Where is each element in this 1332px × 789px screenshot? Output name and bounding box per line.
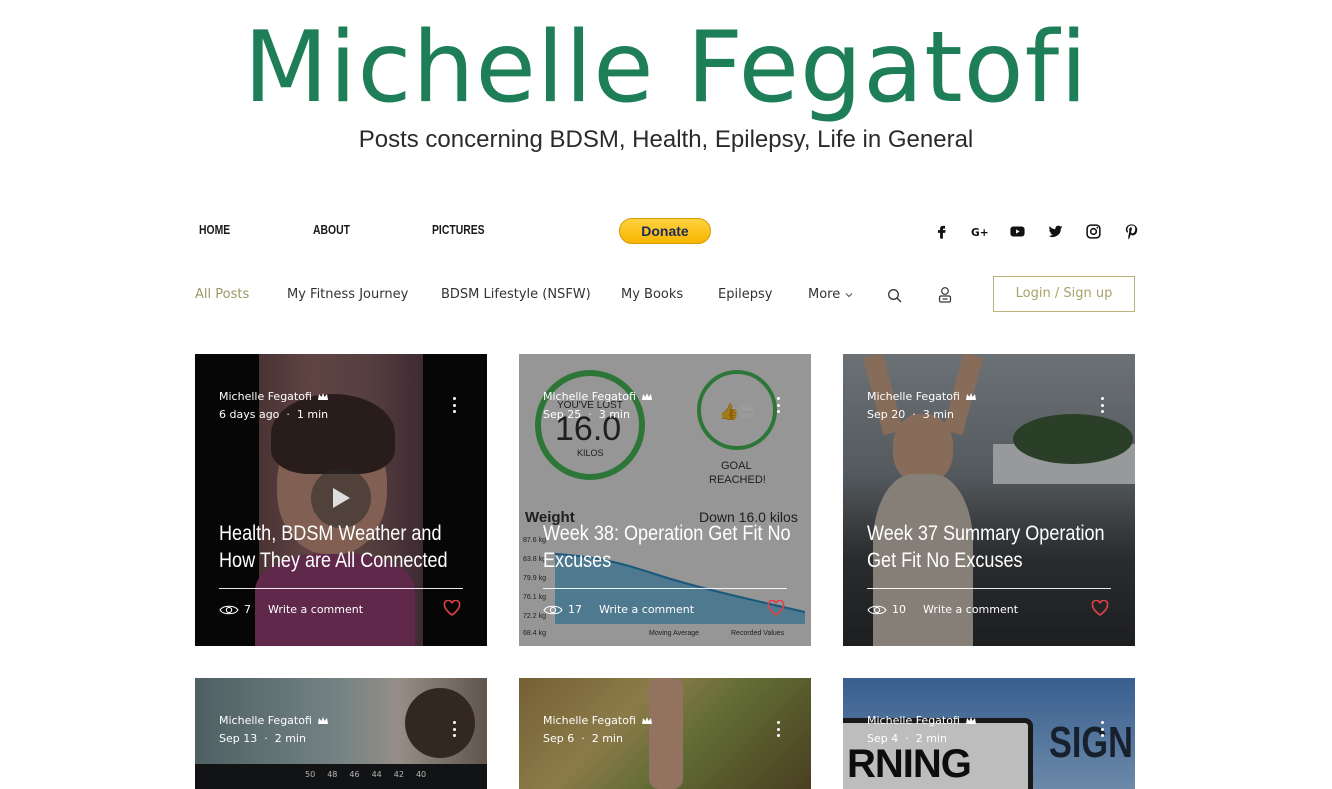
post-card-6[interactable]: RNING SIGN Michelle Fegatofi Sep 4 · 2 m…	[843, 678, 1135, 789]
post-stats: 7 Write a comment	[219, 603, 363, 616]
social-bar: G+	[922, 220, 1150, 242]
post-title[interactable]: Week 38: Operation Get Fit No Excuses	[543, 520, 792, 574]
views-eye-icon	[867, 605, 887, 614]
category-my-books[interactable]: My Books	[621, 287, 683, 302]
more-actions-icon[interactable]	[451, 397, 457, 413]
category-all-posts[interactable]: All Posts	[195, 287, 249, 302]
site-tagline: Posts concerning BDSM, Health, Epilepsy,…	[358, 126, 974, 153]
category-more-dropdown[interactable]: More	[808, 287, 854, 302]
post-stats: 10 Write a comment	[867, 603, 1018, 616]
google-plus-icon[interactable]: G+	[960, 220, 998, 242]
nav-home-link[interactable]: HOME	[199, 222, 230, 237]
post-card-5[interactable]: Michelle Fegatofi Sep 6 · 2 min	[519, 678, 811, 789]
admin-crown-icon	[317, 392, 328, 400]
post-author-name: Michelle Fegatofi	[867, 714, 960, 727]
more-actions-icon[interactable]	[451, 721, 457, 737]
post-read-time: 3 min	[598, 408, 630, 421]
post-meta: Sep 20 · 3 min	[867, 408, 954, 421]
more-actions-icon[interactable]	[1099, 397, 1105, 413]
post-author[interactable]: Michelle Fegatofi	[543, 390, 653, 403]
post-read-time: 2 min	[915, 732, 947, 745]
admin-crown-icon	[641, 716, 652, 724]
admin-crown-icon	[317, 716, 328, 724]
like-heart-icon[interactable]	[443, 600, 461, 616]
member-icon[interactable]	[937, 286, 953, 304]
post-read-time: 2 min	[274, 732, 306, 745]
write-comment-link[interactable]: Write a comment	[268, 603, 363, 616]
post-author[interactable]: Michelle Fegatofi	[219, 390, 329, 403]
divider	[867, 588, 1111, 589]
chevron-down-icon	[845, 292, 853, 297]
views-eye-icon	[543, 605, 563, 614]
post-date: 6 days ago	[219, 408, 280, 421]
post-date: Sep 6	[543, 732, 575, 745]
category-bdsm-lifestyle[interactable]: BDSM Lifestyle (NSFW)	[441, 287, 591, 302]
post-title[interactable]: Week 37 Summary Operation Get Fit No Exc…	[867, 520, 1116, 574]
site-title[interactable]: Michelle Fegatofi	[0, 4, 1332, 132]
post-author-name: Michelle Fegatofi	[219, 714, 312, 727]
post-read-time: 2 min	[591, 732, 623, 745]
category-more-label: More	[808, 287, 841, 302]
post-card-1[interactable]: Michelle Fegatofi 6 days ago · 1 min Hea…	[195, 354, 487, 646]
login-signup-button[interactable]: Login / Sign up	[993, 276, 1135, 312]
post-meta: Sep 4 · 2 min	[867, 732, 947, 745]
donate-button[interactable]: Donate	[619, 218, 711, 244]
write-comment-link[interactable]: Write a comment	[923, 603, 1018, 616]
post-meta: Sep 13 · 2 min	[219, 732, 306, 745]
post-author-name: Michelle Fegatofi	[543, 714, 636, 727]
view-count: 7	[244, 603, 251, 616]
view-count: 17	[568, 603, 582, 616]
post-read-time: 3 min	[922, 408, 954, 421]
play-icon	[333, 488, 350, 508]
post-author[interactable]: Michelle Fegatofi	[543, 714, 653, 727]
view-count: 10	[892, 603, 906, 616]
post-author[interactable]: Michelle Fegatofi	[219, 714, 329, 727]
post-card-3[interactable]: Michelle Fegatofi Sep 20 · 3 min Week 37…	[843, 354, 1135, 646]
post-date: Sep 20	[867, 408, 906, 421]
post-date: Sep 25	[543, 408, 582, 421]
divider	[543, 588, 787, 589]
instagram-icon[interactable]	[1074, 220, 1112, 242]
write-comment-link[interactable]: Write a comment	[599, 603, 694, 616]
svg-text:G+: G+	[971, 225, 988, 238]
post-meta: Sep 6 · 2 min	[543, 732, 623, 745]
more-actions-icon[interactable]	[775, 397, 781, 413]
admin-crown-icon	[965, 716, 976, 724]
post-meta: 6 days ago · 1 min	[219, 408, 329, 421]
post-author[interactable]: Michelle Fegatofi	[867, 714, 977, 727]
twitter-icon[interactable]	[1036, 220, 1074, 242]
post-author-name: Michelle Fegatofi	[543, 390, 636, 403]
post-card-2[interactable]: YOU'VE LOST 16.0 KILOS 👍😎 GOAL REACHED! …	[519, 354, 811, 646]
like-heart-icon[interactable]	[767, 600, 785, 616]
category-epilepsy[interactable]: Epilepsy	[718, 287, 772, 302]
video-play-button[interactable]	[311, 468, 371, 528]
post-stats: 17 Write a comment	[543, 603, 694, 616]
admin-crown-icon	[965, 392, 976, 400]
divider	[219, 588, 463, 589]
search-icon[interactable]	[887, 288, 903, 304]
post-card-4[interactable]: 50 48 46 44 42 40 Michelle Fegatofi Sep …	[195, 678, 487, 789]
like-heart-icon[interactable]	[1091, 600, 1109, 616]
post-date: Sep 13	[219, 732, 258, 745]
pinterest-icon[interactable]	[1112, 220, 1150, 242]
post-title[interactable]: Health, BDSM Weather and How They are Al…	[219, 520, 468, 574]
nav-pictures-link[interactable]: PICTURES	[432, 222, 485, 237]
post-meta: Sep 25 · 3 min	[543, 408, 630, 421]
category-my-fitness-journey[interactable]: My Fitness Journey	[287, 287, 408, 302]
post-author-name: Michelle Fegatofi	[867, 390, 960, 403]
nav-about-link[interactable]: ABOUT	[313, 222, 350, 237]
more-actions-icon[interactable]	[1099, 721, 1105, 737]
admin-crown-icon	[641, 392, 652, 400]
more-actions-icon[interactable]	[775, 721, 781, 737]
post-date: Sep 4	[867, 732, 899, 745]
youtube-icon[interactable]	[998, 220, 1036, 242]
post-author-name: Michelle Fegatofi	[219, 390, 312, 403]
facebook-icon[interactable]	[922, 220, 960, 242]
post-read-time: 1 min	[296, 408, 329, 421]
views-eye-icon	[219, 605, 239, 614]
post-author[interactable]: Michelle Fegatofi	[867, 390, 977, 403]
